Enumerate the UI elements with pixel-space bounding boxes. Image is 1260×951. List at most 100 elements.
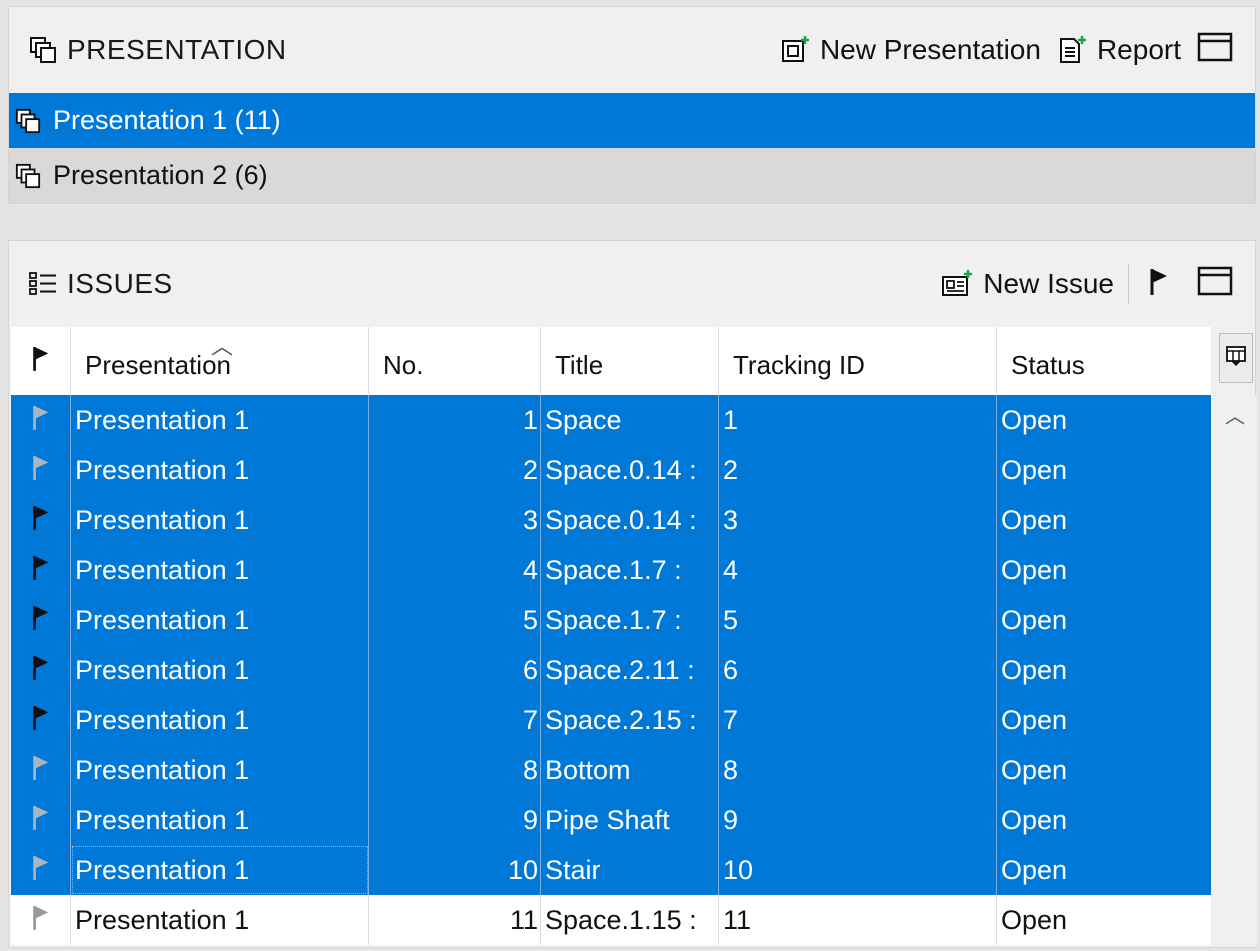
new-issue-button[interactable]: New Issue	[941, 268, 1114, 300]
flag-icon	[30, 343, 52, 380]
number-cell[interactable]: 3	[369, 495, 541, 545]
presentation-cell[interactable]: Presentation 1	[71, 745, 369, 795]
tracking-id-cell[interactable]: 7	[719, 695, 997, 745]
table-row[interactable]: Presentation 1 6 Space.2.11 :6 Open	[11, 645, 1211, 695]
flag-filter-button[interactable]	[1147, 266, 1171, 303]
title-cell[interactable]: Space.1.15 :	[541, 895, 719, 945]
table-row[interactable]: Presentation 1 10 Stair 10 Open	[11, 845, 1211, 895]
column-chooser-button[interactable]	[1219, 333, 1253, 383]
title-cell[interactable]: Space.2.11 :	[541, 645, 719, 695]
column-header-no[interactable]: No.	[369, 327, 541, 395]
row-flag-cell[interactable]	[11, 745, 71, 795]
number-cell[interactable]: 5	[369, 595, 541, 645]
presentation-cell[interactable]: Presentation 1	[71, 495, 369, 545]
column-header-label: Status	[1011, 350, 1085, 380]
tracking-id-cell[interactable]: 8	[719, 745, 997, 795]
tracking-id-cell[interactable]: 3	[719, 495, 997, 545]
row-flag-cell[interactable]	[11, 495, 71, 545]
row-flag-cell[interactable]	[11, 595, 71, 645]
table-row[interactable]: Presentation 1 11 Space.1.15 :11 Open	[11, 895, 1211, 945]
number-cell[interactable]: 4	[369, 545, 541, 595]
new-presentation-label: New Presentation	[819, 34, 1041, 65]
new-issue-label: New Issue	[983, 268, 1114, 299]
presentation-cell[interactable]: Presentation 1	[71, 445, 369, 495]
status-cell[interactable]: Open	[997, 595, 1211, 645]
table-row[interactable]: Presentation 1 7 Space.2.15 :7 Open	[11, 695, 1211, 745]
row-flag-cell[interactable]	[11, 895, 71, 945]
presentation-cell[interactable]: Presentation 1	[71, 895, 369, 945]
presentation-list-item[interactable]: Presentation 1 (11)	[9, 93, 1255, 148]
report-icon	[1057, 35, 1087, 65]
title-cell[interactable]: Space.0.14 :	[541, 445, 719, 495]
table-row[interactable]: Presentation 1 1 Space 1 Open	[11, 395, 1211, 445]
title-cell[interactable]: Bottom	[541, 745, 719, 795]
tracking-id-cell[interactable]: 10	[719, 845, 997, 895]
tracking-id-cell[interactable]: 2	[719, 445, 997, 495]
row-flag-cell[interactable]	[11, 395, 71, 445]
presentation-cell[interactable]: Presentation 1	[71, 395, 369, 445]
table-row[interactable]: Presentation 1 4 Space.1.7 :4 Open	[11, 545, 1211, 595]
number-cell[interactable]: 1	[369, 395, 541, 445]
row-flag-cell[interactable]	[11, 545, 71, 595]
status-cell[interactable]: Open	[997, 645, 1211, 695]
status-cell[interactable]: Open	[997, 495, 1211, 545]
row-flag-cell[interactable]	[11, 695, 71, 745]
presentation-stack-icon	[15, 108, 41, 134]
tracking-id-cell[interactable]: 9	[719, 795, 997, 845]
status-cell[interactable]: Open	[997, 445, 1211, 495]
title-cell[interactable]: Space.1.7 :	[541, 545, 719, 595]
title-cell[interactable]: Space	[541, 395, 719, 445]
table-row[interactable]: Presentation 1 3 Space.0.14 :3 Open	[11, 495, 1211, 545]
title-cell[interactable]: Space.1.7 :	[541, 595, 719, 645]
tracking-id-cell[interactable]: 6	[719, 645, 997, 695]
title-cell[interactable]: Pipe Shaft	[541, 795, 719, 845]
presentation-cell[interactable]: Presentation 1	[71, 695, 369, 745]
title-cell[interactable]: Space.0.14 :	[541, 495, 719, 545]
issues-maximize-button[interactable]	[1197, 266, 1233, 303]
title-cell[interactable]: Stair	[541, 845, 719, 895]
status-cell[interactable]: Open	[997, 545, 1211, 595]
column-header-tracking-id[interactable]: Tracking ID	[719, 327, 997, 395]
tracking-id-cell[interactable]: 1	[719, 395, 997, 445]
tracking-id-cell[interactable]: 5	[719, 595, 997, 645]
number-cell[interactable]: 2	[369, 445, 541, 495]
flag-column-header[interactable]	[11, 327, 71, 395]
presentation-list-item[interactable]: Presentation 2 (6)	[9, 148, 1255, 203]
report-button[interactable]: Report	[1057, 34, 1181, 66]
presentation-cell[interactable]: Presentation 1	[71, 795, 369, 845]
row-flag-cell[interactable]	[11, 445, 71, 495]
column-header-title[interactable]: Title	[541, 327, 719, 395]
column-header-status[interactable]: Status	[997, 327, 1211, 395]
presentation-cell[interactable]: Presentation 1	[71, 845, 369, 895]
status-cell[interactable]: Open	[997, 895, 1211, 945]
row-flag-cell[interactable]	[11, 845, 71, 895]
scroll-up-arrow-icon[interactable]: ︿	[1213, 401, 1257, 428]
tracking-id-cell[interactable]: 4	[719, 545, 997, 595]
presentation-maximize-button[interactable]	[1197, 32, 1233, 69]
tracking-id-cell[interactable]: 11	[719, 895, 997, 945]
table-row[interactable]: Presentation 1 5 Space.1.7 :5 Open	[11, 595, 1211, 645]
status-cell[interactable]: Open	[997, 695, 1211, 745]
number-cell[interactable]: 9	[369, 795, 541, 845]
new-presentation-button[interactable]: New Presentation	[780, 34, 1041, 66]
column-header-presentation[interactable]: ︿ Presentation	[71, 327, 369, 395]
table-row[interactable]: Presentation 1 9 Pipe Shaft 9 Open	[11, 795, 1211, 845]
title-cell[interactable]: Space.2.15 :	[541, 695, 719, 745]
number-cell[interactable]: 11	[369, 895, 541, 945]
presentation-cell[interactable]: Presentation 1	[71, 645, 369, 695]
number-cell[interactable]: 7	[369, 695, 541, 745]
number-cell[interactable]: 10	[369, 845, 541, 895]
status-cell[interactable]: Open	[997, 845, 1211, 895]
number-cell[interactable]: 6	[369, 645, 541, 695]
row-flag-cell[interactable]	[11, 645, 71, 695]
status-cell[interactable]: Open	[997, 395, 1211, 445]
presentation-cell[interactable]: Presentation 1	[71, 545, 369, 595]
vertical-scrollbar[interactable]: ︿	[1213, 395, 1257, 947]
table-row[interactable]: Presentation 1 2 Space.0.14 :2 Open	[11, 445, 1211, 495]
row-flag-cell[interactable]	[11, 795, 71, 845]
status-cell[interactable]: Open	[997, 795, 1211, 845]
status-cell[interactable]: Open	[997, 745, 1211, 795]
table-row[interactable]: Presentation 1 8 Bottom 8 Open	[11, 745, 1211, 795]
presentation-cell[interactable]: Presentation 1	[71, 595, 369, 645]
number-cell[interactable]: 8	[369, 745, 541, 795]
